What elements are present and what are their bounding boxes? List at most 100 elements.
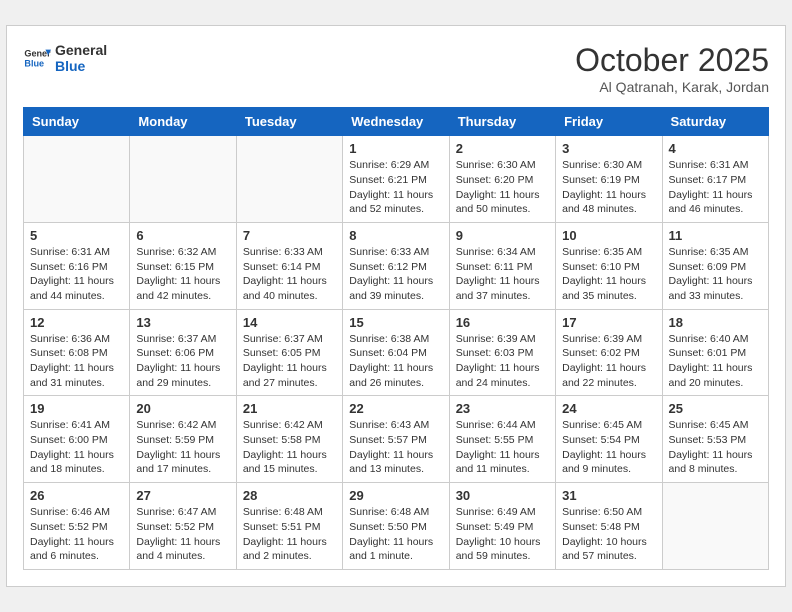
cell-info: Sunrise: 6:30 AM Sunset: 6:19 PM Dayligh… (562, 158, 655, 217)
day-number: 25 (669, 401, 762, 416)
day-number: 26 (30, 488, 123, 503)
cell-info: Sunrise: 6:41 AM Sunset: 6:00 PM Dayligh… (30, 418, 123, 477)
calendar-week-3: 19Sunrise: 6:41 AM Sunset: 6:00 PM Dayli… (24, 396, 769, 483)
day-number: 4 (669, 141, 762, 156)
calendar-cell: 20 Sunrise: 6:42 AM Sunset: 5:59 PM Dayli… (130, 396, 236, 483)
day-number: 6 (136, 228, 229, 243)
logo-icon: General Blue (23, 44, 51, 72)
cell-info: Sunrise: 6:45 AM Sunset: 5:54 PM Dayligh… (562, 418, 655, 477)
cell-info: Sunrise: 6:40 AM Sunset: 6:01 PM Dayligh… (669, 332, 762, 391)
calendar-container: General Blue General Blue October 2025 A… (6, 25, 786, 587)
calendar-header-row: SundayMondayTuesdayWednesdayThursdayFrid… (24, 108, 769, 136)
day-header-wednesday: Wednesday (343, 108, 449, 136)
day-number: 29 (349, 488, 442, 503)
day-number: 1 (349, 141, 442, 156)
calendar-cell: 18 Sunrise: 6:40 AM Sunset: 6:01 PM Dayli… (662, 309, 768, 396)
day-header-saturday: Saturday (662, 108, 768, 136)
cell-info: Sunrise: 6:34 AM Sunset: 6:11 PM Dayligh… (456, 245, 549, 304)
day-number: 2 (456, 141, 549, 156)
calendar-cell (662, 483, 768, 570)
calendar-cell: 19Sunrise: 6:41 AM Sunset: 6:00 PM Dayli… (24, 396, 130, 483)
day-number: 21 (243, 401, 336, 416)
day-number: 12 (30, 315, 123, 330)
logo: General Blue General Blue (23, 42, 107, 74)
calendar-cell: 9Sunrise: 6:34 AM Sunset: 6:11 PM Daylig… (449, 222, 555, 309)
calendar-cell: 16 Sunrise: 6:39 AM Sunset: 6:03 PM Dayli… (449, 309, 555, 396)
cell-info: Sunrise: 6:39 AM Sunset: 6:03 PM Dayligh… (456, 332, 549, 391)
cell-info: Sunrise: 6:48 AM Sunset: 5:50 PM Dayligh… (349, 505, 442, 564)
day-number: 27 (136, 488, 229, 503)
calendar-week-0: 1 Sunrise: 6:29 AM Sunset: 6:21 PM Daylig… (24, 136, 769, 223)
cell-info: Sunrise: 6:47 AM Sunset: 5:52 PM Dayligh… (136, 505, 229, 564)
calendar-cell: 22 Sunrise: 6:43 AM Sunset: 5:57 PM Dayli… (343, 396, 449, 483)
cell-info: Sunrise: 6:37 AM Sunset: 6:05 PM Dayligh… (243, 332, 336, 391)
calendar-cell: 21 Sunrise: 6:42 AM Sunset: 5:58 PM Dayli… (236, 396, 342, 483)
cell-info: Sunrise: 6:29 AM Sunset: 6:21 PM Dayligh… (349, 158, 442, 217)
calendar-cell: 2 Sunrise: 6:30 AM Sunset: 6:20 PM Daylig… (449, 136, 555, 223)
day-header-monday: Monday (130, 108, 236, 136)
calendar-cell (130, 136, 236, 223)
cell-info: Sunrise: 6:45 AM Sunset: 5:53 PM Dayligh… (669, 418, 762, 477)
cell-info: Sunrise: 6:30 AM Sunset: 6:20 PM Dayligh… (456, 158, 549, 217)
cell-info: Sunrise: 6:42 AM Sunset: 5:58 PM Dayligh… (243, 418, 336, 477)
calendar-cell: 7 Sunrise: 6:33 AM Sunset: 6:14 PM Daylig… (236, 222, 342, 309)
day-number: 17 (562, 315, 655, 330)
day-number: 18 (669, 315, 762, 330)
calendar-cell: 26 Sunrise: 6:46 AM Sunset: 5:52 PM Dayli… (24, 483, 130, 570)
day-number: 16 (456, 315, 549, 330)
day-number: 10 (562, 228, 655, 243)
day-number: 23 (456, 401, 549, 416)
day-number: 5 (30, 228, 123, 243)
day-number: 3 (562, 141, 655, 156)
calendar-cell: 11Sunrise: 6:35 AM Sunset: 6:09 PM Dayli… (662, 222, 768, 309)
calendar-cell: 6 Sunrise: 6:32 AM Sunset: 6:15 PM Daylig… (130, 222, 236, 309)
day-number: 15 (349, 315, 442, 330)
calendar-cell: 23Sunrise: 6:44 AM Sunset: 5:55 PM Dayli… (449, 396, 555, 483)
calendar-cell: 27 Sunrise: 6:47 AM Sunset: 5:52 PM Dayli… (130, 483, 236, 570)
calendar-cell: 8Sunrise: 6:33 AM Sunset: 6:12 PM Daylig… (343, 222, 449, 309)
day-number: 14 (243, 315, 336, 330)
calendar-cell: 15Sunrise: 6:38 AM Sunset: 6:04 PM Dayli… (343, 309, 449, 396)
cell-info: Sunrise: 6:43 AM Sunset: 5:57 PM Dayligh… (349, 418, 442, 477)
calendar-cell: 13 Sunrise: 6:37 AM Sunset: 6:06 PM Dayli… (130, 309, 236, 396)
calendar-cell: 17Sunrise: 6:39 AM Sunset: 6:02 PM Dayli… (556, 309, 662, 396)
calendar-cell (236, 136, 342, 223)
day-number: 20 (136, 401, 229, 416)
cell-info: Sunrise: 6:31 AM Sunset: 6:17 PM Dayligh… (669, 158, 762, 217)
day-header-friday: Friday (556, 108, 662, 136)
cell-info: Sunrise: 6:37 AM Sunset: 6:06 PM Dayligh… (136, 332, 229, 391)
day-header-tuesday: Tuesday (236, 108, 342, 136)
calendar-cell: 4 Sunrise: 6:31 AM Sunset: 6:17 PM Daylig… (662, 136, 768, 223)
cell-info: Sunrise: 6:46 AM Sunset: 5:52 PM Dayligh… (30, 505, 123, 564)
day-number: 13 (136, 315, 229, 330)
cell-info: Sunrise: 6:35 AM Sunset: 6:10 PM Dayligh… (562, 245, 655, 304)
cell-info: Sunrise: 6:31 AM Sunset: 6:16 PM Dayligh… (30, 245, 123, 304)
day-number: 11 (669, 228, 762, 243)
cell-info: Sunrise: 6:42 AM Sunset: 5:59 PM Dayligh… (136, 418, 229, 477)
svg-text:Blue: Blue (24, 59, 44, 69)
calendar-week-4: 26 Sunrise: 6:46 AM Sunset: 5:52 PM Dayli… (24, 483, 769, 570)
day-number: 28 (243, 488, 336, 503)
calendar-cell: 31Sunrise: 6:50 AM Sunset: 5:48 PM Dayli… (556, 483, 662, 570)
day-header-sunday: Sunday (24, 108, 130, 136)
calendar-cell: 1 Sunrise: 6:29 AM Sunset: 6:21 PM Daylig… (343, 136, 449, 223)
logo-text-line2: Blue (55, 58, 107, 74)
cell-info: Sunrise: 6:49 AM Sunset: 5:49 PM Dayligh… (456, 505, 549, 564)
calendar-cell: 14 Sunrise: 6:37 AM Sunset: 6:05 PM Dayli… (236, 309, 342, 396)
calendar-header: General Blue General Blue October 2025 A… (23, 42, 769, 95)
calendar-cell (24, 136, 130, 223)
day-number: 7 (243, 228, 336, 243)
day-number: 8 (349, 228, 442, 243)
calendar-cell: 3 Sunrise: 6:30 AM Sunset: 6:19 PM Daylig… (556, 136, 662, 223)
calendar-grid: SundayMondayTuesdayWednesdayThursdayFrid… (23, 107, 769, 570)
cell-info: Sunrise: 6:33 AM Sunset: 6:14 PM Dayligh… (243, 245, 336, 304)
calendar-cell: 5 Sunrise: 6:31 AM Sunset: 6:16 PM Daylig… (24, 222, 130, 309)
day-header-thursday: Thursday (449, 108, 555, 136)
cell-info: Sunrise: 6:36 AM Sunset: 6:08 PM Dayligh… (30, 332, 123, 391)
cell-info: Sunrise: 6:32 AM Sunset: 6:15 PM Dayligh… (136, 245, 229, 304)
title-area: October 2025 Al Qatranah, Karak, Jordan (575, 42, 769, 95)
calendar-cell: 25 Sunrise: 6:45 AM Sunset: 5:53 PM Dayli… (662, 396, 768, 483)
day-number: 22 (349, 401, 442, 416)
cell-info: Sunrise: 6:50 AM Sunset: 5:48 PM Dayligh… (562, 505, 655, 564)
month-title: October 2025 (575, 42, 769, 79)
